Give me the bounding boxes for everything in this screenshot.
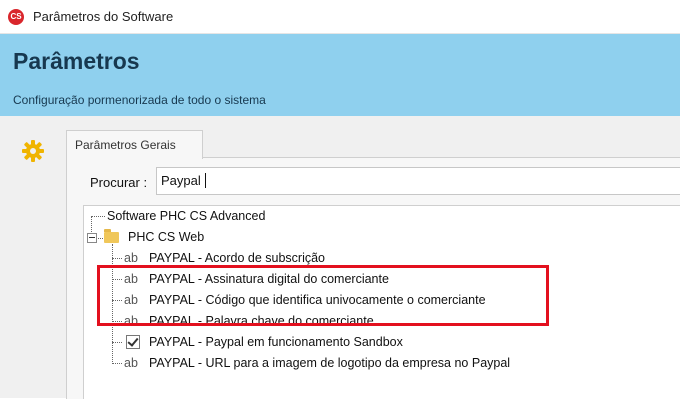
search-label: Procurar : xyxy=(90,175,148,190)
text-field-icon: ab xyxy=(124,356,138,370)
text-field-icon: ab xyxy=(124,251,138,265)
tree-connector xyxy=(112,363,122,364)
window-titlebar: CS Parâmetros do Software xyxy=(0,0,680,34)
tree-connector xyxy=(112,258,122,259)
page-title: Parâmetros xyxy=(13,48,140,74)
tree-item[interactable]: PAYPAL - Acordo de subscrição xyxy=(149,251,325,265)
text-caret xyxy=(205,173,206,188)
page-subtitle: Configuração pormenorizada de todo o sis… xyxy=(13,93,266,107)
tree-folder[interactable]: PHC CS Web xyxy=(128,230,204,244)
checkbox-icon xyxy=(126,335,140,349)
page-header: Parâmetros Configuração pormenorizada de… xyxy=(0,34,680,116)
search-input-value: Paypal xyxy=(161,173,201,188)
collapse-icon[interactable] xyxy=(87,233,97,243)
gear-icon[interactable] xyxy=(20,138,46,164)
tree-item[interactable]: PAYPAL - URL para a imagem de logotipo d… xyxy=(149,356,510,370)
tree-item[interactable]: PAYPAL - Paypal em funcionamento Sandbox xyxy=(149,335,403,349)
tree-connector xyxy=(98,238,103,239)
window-title: Parâmetros do Software xyxy=(33,9,174,24)
highlight-box xyxy=(97,265,549,326)
search-input[interactable]: Paypal xyxy=(156,167,680,195)
tree-connector xyxy=(112,342,122,343)
app-logo-icon: CS xyxy=(8,9,24,25)
folder-icon xyxy=(104,229,119,243)
tree-connector xyxy=(91,216,105,217)
tab-parametros-gerais[interactable]: Parâmetros Gerais xyxy=(66,130,203,159)
tree-root[interactable]: Software PHC CS Advanced xyxy=(107,209,265,223)
main-content: Parâmetros Gerais Procurar : Paypal Soft… xyxy=(0,116,680,399)
